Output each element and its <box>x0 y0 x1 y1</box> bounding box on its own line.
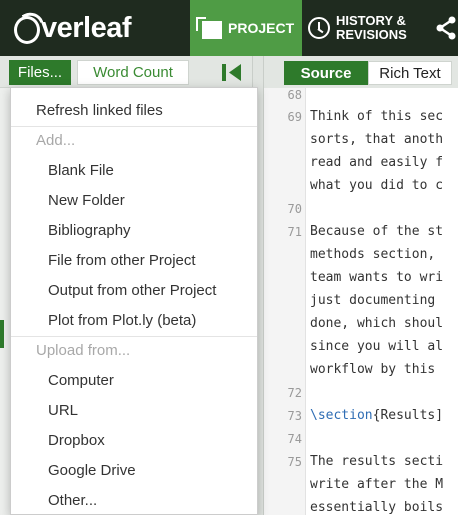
overleaf-logo[interactable]: verleaf <box>0 0 190 56</box>
selected-file-marker <box>0 320 4 348</box>
menu-divider <box>11 336 257 337</box>
tab-history-label: HISTORY & REVISIONS <box>336 13 407 42</box>
code-line-section: \section{Results] <box>310 408 444 423</box>
source-mode-button[interactable]: Source <box>284 61 368 85</box>
clock-icon <box>308 17 330 39</box>
code-line: write after the M <box>310 477 444 492</box>
tab-project[interactable]: PROJECT <box>190 0 302 56</box>
menu-divider <box>11 126 257 127</box>
line-number: 72 <box>287 386 302 400</box>
collapse-panel-icon[interactable] <box>221 63 243 82</box>
menu-item-blank-file[interactable]: Blank File <box>11 156 257 184</box>
code-line: team wants to wri <box>310 270 444 285</box>
line-number: 68 <box>287 88 302 102</box>
line-number: 70 <box>287 202 302 216</box>
line-number: 69 <box>287 110 302 124</box>
code-line: workflow by this <box>310 362 444 377</box>
menu-item-refresh-linked-files[interactable]: Refresh linked files <box>11 96 257 124</box>
word-count-button[interactable]: Word Count <box>77 60 189 85</box>
code-line: since you will al <box>310 339 444 354</box>
tab-project-label: PROJECT <box>228 20 295 36</box>
line-number: 71 <box>287 225 302 239</box>
tab-history-revisions[interactable]: HISTORY & REVISIONS <box>302 0 434 56</box>
editor-toolbar: Source Rich Text <box>264 56 458 88</box>
line-number: 74 <box>287 432 302 446</box>
files-dropdown-menu: Refresh linked files Add... Blank File N… <box>10 87 258 515</box>
menu-item-new-folder[interactable]: New Folder <box>11 186 257 214</box>
line-number-gutter: 68 69 70 71 72 73 74 75 <box>264 88 306 515</box>
menu-item-output-from-other-project[interactable]: Output from other Project <box>11 276 257 304</box>
code-line: essentially boils <box>310 500 444 515</box>
menu-header-add: Add... <box>36 132 76 149</box>
menu-item-bibliography[interactable]: Bibliography <box>11 216 257 244</box>
menu-item-file-from-other-project[interactable]: File from other Project <box>11 246 257 274</box>
menu-item-upload-other[interactable]: Other... <box>11 486 257 514</box>
menu-item-upload-computer[interactable]: Computer <box>11 366 257 394</box>
code-line: what you did to c <box>310 178 444 193</box>
code-line: read and easily f <box>310 155 444 170</box>
top-bar: verleaf PROJECT HISTORY & REVISIONS <box>0 0 458 56</box>
menu-item-plot-from-plotly[interactable]: Plot from Plot.ly (beta) <box>11 306 257 334</box>
code-editor[interactable]: 68 69 70 71 72 73 74 75 Think of this se… <box>264 88 458 515</box>
project-icon <box>196 17 222 39</box>
line-number: 75 <box>287 455 302 469</box>
menu-header-upload: Upload from... <box>36 342 131 359</box>
file-tree-toolbar: Files... Word Count <box>0 56 252 88</box>
line-number: 73 <box>287 409 302 423</box>
code-line: The results secti <box>310 454 444 469</box>
rich-text-mode-button[interactable]: Rich Text <box>368 61 452 85</box>
menu-item-upload-url[interactable]: URL <box>11 396 257 424</box>
code-line: done, which shoul <box>310 316 444 331</box>
overleaf-leaf-icon <box>14 16 40 44</box>
share-icon[interactable] <box>434 0 458 56</box>
code-line: methods section, <box>310 247 444 262</box>
menu-item-upload-google-drive[interactable]: Google Drive <box>11 456 257 484</box>
code-line: Think of this sec <box>310 109 444 124</box>
menu-item-upload-dropbox[interactable]: Dropbox <box>11 426 257 454</box>
files-menu-button[interactable]: Files... <box>9 60 71 85</box>
logo-text: verleaf <box>41 11 132 44</box>
code-line: Because of the st <box>310 224 444 239</box>
code-line: sorts, that anoth <box>310 132 444 147</box>
code-line: just documenting <box>310 293 444 308</box>
